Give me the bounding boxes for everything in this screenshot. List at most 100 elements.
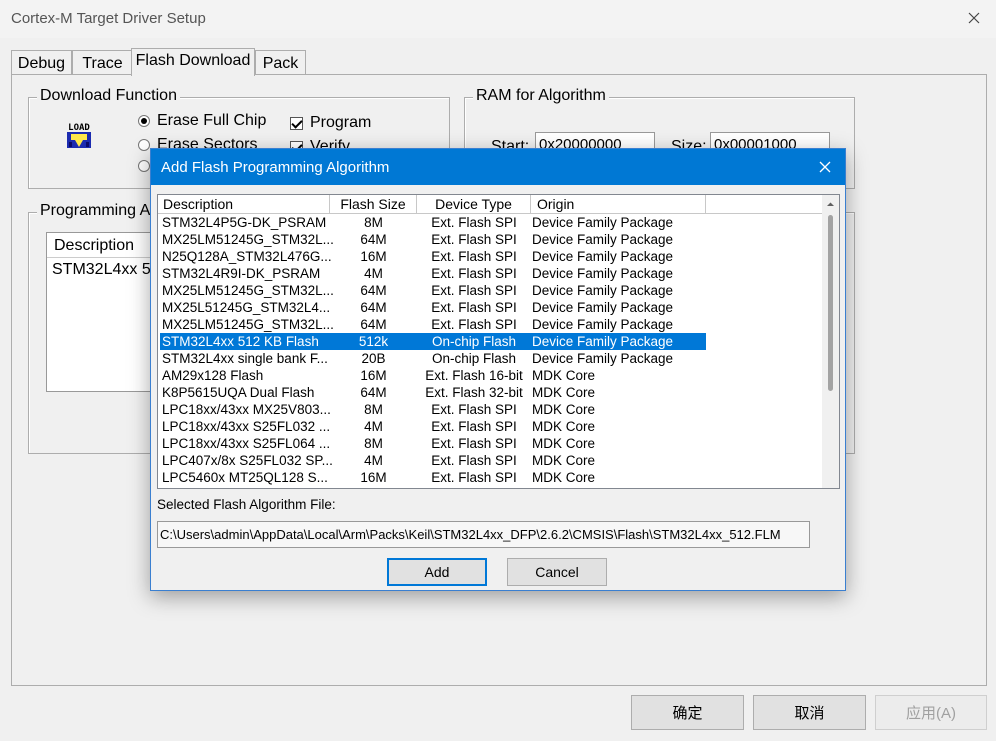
cell-device-type: Ext. Flash SPI <box>431 249 517 264</box>
download-function-legend: Download Function <box>37 87 180 105</box>
cell-flash-size: 64M <box>360 283 387 298</box>
algorithm-row[interactable]: MX25LM51245G_STM32L... 64M Ext. Flash SPI D… <box>158 316 822 333</box>
column-header-description[interactable]: Description <box>47 233 165 258</box>
algorithm-row[interactable]: MX25LM51245G_STM32L... 64M Ext. Flash SPI D… <box>158 282 822 299</box>
cell-origin: Device Family Package <box>532 317 674 332</box>
ok-button[interactable]: 确定 <box>631 695 744 730</box>
cell-description: STM32L4xx 512 KB Flash <box>162 334 319 349</box>
cell-origin: MDK Core <box>532 436 596 451</box>
tab-flash-download[interactable]: Flash Download <box>131 48 255 76</box>
programming-algorithm-list[interactable]: Description STM32L4xx 51 <box>46 232 166 392</box>
algorithm-row[interactable]: LPC18xx/43xx S25FL064 ... 8M Ext. Flash SP… <box>158 435 822 452</box>
scrollbar-thumb[interactable] <box>828 215 833 391</box>
cell-device-type: Ext. Flash SPI <box>431 470 517 485</box>
cell-device-type: Ext. Flash SPI <box>431 266 517 281</box>
cell-device-type: Ext. Flash SPI <box>431 232 517 247</box>
scroll-up-arrow-icon[interactable] <box>826 200 835 209</box>
list-item[interactable]: STM32L4xx 51 <box>47 258 165 282</box>
cell-flash-size: 20B <box>361 351 386 366</box>
tab-debug[interactable]: Debug <box>11 50 72 75</box>
cell-device-type: Ext. Flash SPI <box>431 453 517 468</box>
cell-description: AM29x128 Flash <box>162 368 264 383</box>
column-header-description[interactable]: Description <box>158 195 330 214</box>
selected-file-label: Selected Flash Algorithm File: <box>157 497 336 512</box>
algorithm-list[interactable]: Description Flash Size Device Type Origi… <box>157 194 840 489</box>
add-button[interactable]: Add <box>387 558 487 586</box>
dialog-close-button[interactable] <box>815 157 835 177</box>
algorithm-row[interactable]: STM32L4R9I-DK_PSRAM 4M Ext. Flash SPI Devic… <box>158 265 822 282</box>
cell-flash-size: 16M <box>360 470 387 485</box>
algorithm-row[interactable]: STM32L4xx 512 KB Flash 512k On-chip Flash D… <box>158 333 822 350</box>
radio-icon <box>138 139 150 151</box>
cell-origin: MDK Core <box>532 402 596 417</box>
cell-origin: MDK Core <box>532 419 596 434</box>
cell-flash-size: 64M <box>360 300 387 315</box>
cell-description: STM32L4P5G-DK_PSRAM <box>162 215 327 230</box>
cell-flash-size: 8M <box>364 402 383 417</box>
column-header-empty <box>706 195 824 214</box>
dialog-cancel-button[interactable]: Cancel <box>507 558 607 586</box>
program-checkbox[interactable]: Program <box>290 114 371 132</box>
column-header-origin[interactable]: Origin <box>531 195 706 214</box>
cell-device-type: Ext. Flash 16-bit <box>425 368 523 383</box>
cell-origin: Device Family Package <box>532 351 674 366</box>
radio-icon <box>138 115 150 127</box>
cell-description: MX25LM51245G_STM32L... <box>162 317 334 332</box>
cell-origin: Device Family Package <box>532 283 674 298</box>
algorithm-row[interactable]: MX25L51245G_STM32L4... 64M Ext. Flash SPI D… <box>158 299 822 316</box>
cell-device-type: On-chip Flash <box>431 334 517 349</box>
cell-flash-size: 8M <box>364 215 383 230</box>
cell-description: MX25LM51245G_STM32L... <box>162 283 334 298</box>
cell-description: LPC18xx/43xx MX25V803... <box>162 402 331 417</box>
algorithm-row[interactable]: LPC5460x MT25QL128 S... 16M Ext. Flash SPI… <box>158 469 822 486</box>
cell-device-type: On-chip Flash <box>431 351 517 366</box>
algorithm-row[interactable]: STM32L4P5G-DK_PSRAM 8M Ext. Flash SPI Devic… <box>158 214 822 231</box>
program-label: Program <box>310 114 372 131</box>
cell-device-type: Ext. Flash SPI <box>431 215 517 230</box>
algorithm-row[interactable]: LPC18xx/43xx MX25V803... 8M Ext. Flash SPI… <box>158 401 822 418</box>
cell-device-type: Ext. Flash SPI <box>431 300 517 315</box>
do-not-erase-option[interactable] <box>138 160 150 172</box>
cell-device-type: Ext. Flash SPI <box>431 436 517 451</box>
apply-button[interactable]: 应用(A) <box>875 695 987 730</box>
column-header-flash-size[interactable]: Flash Size <box>330 195 417 214</box>
cell-description: K8P5615UQA Dual Flash <box>162 385 315 400</box>
checkbox-icon <box>290 116 303 130</box>
cell-flash-size: 64M <box>360 317 387 332</box>
ram-legend: RAM for Algorithm <box>473 87 609 105</box>
cell-description: STM32L4xx single bank F... <box>162 351 328 366</box>
cell-flash-size: 4M <box>364 419 383 434</box>
cell-flash-size: 64M <box>360 232 387 247</box>
algorithm-row[interactable]: K8P5615UQA Dual Flash 64M Ext. Flash 32-bi… <box>158 384 822 401</box>
algorithm-row[interactable]: LPC407x/8x S25FL032 SP... 4M Ext. Flash SP… <box>158 452 822 469</box>
cell-description: STM32L4R9I-DK_PSRAM <box>162 266 321 281</box>
cell-flash-size: 64M <box>360 385 387 400</box>
load-icon-text: LOAD <box>68 123 90 133</box>
close-icon <box>819 161 831 173</box>
cancel-button[interactable]: 取消 <box>753 695 866 730</box>
cell-flash-size: 512k <box>358 334 389 349</box>
cell-flash-size: 16M <box>360 249 387 264</box>
list-header: Description Flash Size Device Type Origi… <box>158 195 838 214</box>
window-close-button[interactable] <box>960 5 988 31</box>
cell-description: MX25L51245G_STM32L4... <box>162 300 331 315</box>
algorithm-rows: STM32L4P5G-DK_PSRAM 8M Ext. Flash SPI Devic… <box>158 214 822 486</box>
column-header-device-type[interactable]: Device Type <box>417 195 531 214</box>
cell-device-type: Ext. Flash SPI <box>431 317 517 332</box>
cell-description: LPC18xx/43xx S25FL064 ... <box>162 436 331 451</box>
algorithm-row[interactable]: MX25LM51245G_STM32L... 64M Ext. Flash SPI D… <box>158 231 822 248</box>
vertical-scrollbar[interactable] <box>822 195 839 488</box>
load-icon: LOAD <box>63 120 95 152</box>
cell-origin: MDK Core <box>532 385 596 400</box>
algorithm-row[interactable]: LPC18xx/43xx S25FL032 ... 4M Ext. Flash SP… <box>158 418 822 435</box>
algorithm-row[interactable]: N25Q128A_STM32L476G... 16M Ext. Flash SPI D… <box>158 248 822 265</box>
cell-device-type: Ext. Flash SPI <box>431 419 517 434</box>
tab-trace[interactable]: Trace <box>72 50 133 75</box>
cell-description: N25Q128A_STM32L476G... <box>162 249 332 264</box>
cell-description: MX25LM51245G_STM32L... <box>162 232 334 247</box>
erase-full-chip-option[interactable]: Erase Full Chip <box>138 112 266 130</box>
add-flash-algorithm-dialog: Add Flash Programming Algorithm Descript… <box>150 148 846 591</box>
algorithm-row[interactable]: STM32L4xx single bank F... 20B On-chip Fla… <box>158 350 822 367</box>
tab-pack[interactable]: Pack <box>255 50 306 75</box>
algorithm-row[interactable]: AM29x128 Flash 16M Ext. Flash 16-bit MDK Co… <box>158 367 822 384</box>
